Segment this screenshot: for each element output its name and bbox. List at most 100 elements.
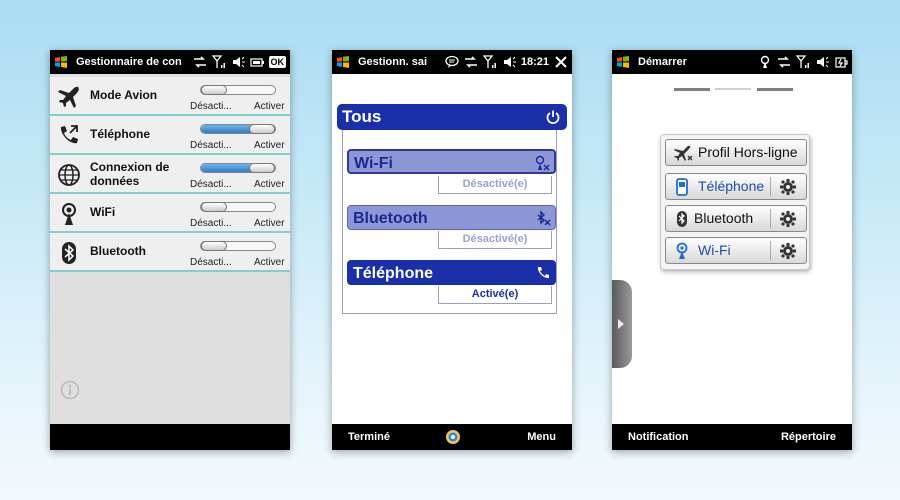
airplane-icon xyxy=(58,86,79,108)
ok-button[interactable]: OK xyxy=(268,56,286,68)
menu-softkey[interactable]: Menu xyxy=(527,431,556,443)
toggle-slider[interactable] xyxy=(200,202,276,212)
home-tab-2[interactable] xyxy=(715,88,751,90)
list-item-wifi[interactable]: WiFi Désacti... Activer xyxy=(50,194,290,233)
list-item-airplane-mode[interactable]: Mode Avion Désacti... Activer xyxy=(50,77,290,116)
toggle-slider[interactable] xyxy=(200,85,276,95)
phone-wireless-manager: Gestionn. sai 18:21 Tous Wi-Fi Désactivé… xyxy=(332,50,572,450)
contacts-softkey[interactable]: Répertoire xyxy=(781,431,836,443)
input-panel-icon[interactable] xyxy=(445,429,461,445)
status-bar: Gestionn. sai 18:21 xyxy=(332,50,572,74)
side-drawer-handle[interactable] xyxy=(612,280,632,368)
connectivity-icon[interactable] xyxy=(193,55,207,69)
slider-knob[interactable] xyxy=(201,202,227,212)
offline-profile-button[interactable]: Profil Hors-ligne xyxy=(665,139,807,166)
on-label: Activer xyxy=(254,101,285,112)
clock[interactable]: 18:21 xyxy=(521,56,549,68)
phone-toggle-button[interactable]: Téléphone xyxy=(347,260,556,285)
slider-knob[interactable] xyxy=(249,163,275,173)
connectivity-icon[interactable] xyxy=(777,55,791,69)
wifi-antenna-icon[interactable] xyxy=(758,55,772,69)
toggle-slider[interactable] xyxy=(200,124,276,134)
home-tab-3[interactable] xyxy=(757,88,793,91)
close-icon[interactable] xyxy=(554,55,568,69)
list-item-bluetooth[interactable]: Bluetooth Désacti... Activer xyxy=(50,233,290,272)
windows-start-icon[interactable] xyxy=(336,55,350,69)
signal-icon[interactable] xyxy=(482,55,497,69)
wifi-disabled-icon xyxy=(535,155,550,171)
wifi-antenna-icon xyxy=(62,203,76,225)
softkey-bar xyxy=(50,424,290,450)
wifi-menu-button[interactable]: Wi-Fi xyxy=(665,237,807,264)
item-label: Bluetooth xyxy=(353,210,428,227)
volume-icon[interactable] xyxy=(231,55,245,69)
volume-icon[interactable] xyxy=(502,55,516,69)
button-label: Profil Hors-ligne xyxy=(698,144,798,160)
globe-icon xyxy=(58,164,80,186)
home-tab-1[interactable] xyxy=(674,88,710,91)
item-label: Wi-Fi xyxy=(354,155,393,172)
item-label: Mode Avion xyxy=(90,88,158,102)
item-label: WiFi xyxy=(90,205,116,219)
button-label: Wi-Fi xyxy=(698,242,731,258)
toggle-slider[interactable] xyxy=(200,163,276,173)
info-icon[interactable] xyxy=(60,380,80,400)
status-bar: Démarrer xyxy=(612,50,852,74)
item-label: Téléphone xyxy=(90,127,151,141)
list-item-phone[interactable]: Téléphone Désacti... Activer xyxy=(50,116,290,155)
all-toggle-header[interactable]: Tous xyxy=(337,104,567,130)
windows-start-icon[interactable] xyxy=(616,55,630,69)
button-label: Bluetooth xyxy=(694,210,754,226)
off-label: Désacti... xyxy=(190,101,232,112)
window-title: Gestionn. sai xyxy=(358,56,428,68)
split-divider xyxy=(770,209,771,228)
bluetooth-disabled-icon xyxy=(537,210,551,226)
status-bar: Gestionnaire de con OK xyxy=(50,50,290,74)
phone-home-screen: Démarrer Profil Hors-ligne Téléphone Blu… xyxy=(612,50,852,450)
chevron-right-icon xyxy=(618,319,624,329)
phone-menu-button[interactable]: Téléphone xyxy=(665,173,807,200)
slider-knob[interactable] xyxy=(201,241,227,251)
item-label: Bluetooth xyxy=(90,244,146,258)
comm-popup-menu: Profil Hors-ligne Téléphone Bluetooth Wi… xyxy=(660,134,810,270)
bluetooth-icon xyxy=(62,242,76,264)
off-label: Désacti... xyxy=(190,140,232,151)
wifi-toggle-button[interactable]: Wi-Fi xyxy=(347,149,556,174)
toggle-slider[interactable] xyxy=(200,241,276,251)
signal-icon[interactable] xyxy=(211,55,226,69)
phone-state: Activé(e) xyxy=(438,286,552,304)
phone-icon xyxy=(60,125,78,144)
slider-knob[interactable] xyxy=(201,85,227,95)
battery-icon[interactable] xyxy=(249,55,264,69)
mobile-phone-icon xyxy=(676,178,688,196)
done-softkey[interactable]: Terminé xyxy=(348,431,390,443)
gear-icon[interactable] xyxy=(779,242,797,260)
battery-charging-icon[interactable] xyxy=(834,55,848,69)
item-label: Téléphone xyxy=(353,265,434,282)
volume-icon[interactable] xyxy=(815,55,829,69)
windows-start-icon[interactable] xyxy=(54,55,68,69)
on-label: Activer xyxy=(254,218,285,229)
airplane-icon xyxy=(674,145,693,161)
bluetooth-menu-button[interactable]: Bluetooth xyxy=(665,205,807,232)
bluetooth-toggle-button[interactable]: Bluetooth xyxy=(347,205,556,230)
button-label: Téléphone xyxy=(698,178,765,194)
item-label-line1: Connexion de xyxy=(90,160,170,174)
wifi-antenna-icon xyxy=(676,242,688,259)
phone-icon xyxy=(537,267,549,279)
window-title: Démarrer xyxy=(638,56,687,68)
on-label: Activer xyxy=(254,140,285,151)
slider-knob[interactable] xyxy=(249,124,275,134)
message-icon[interactable] xyxy=(445,55,459,69)
gear-icon[interactable] xyxy=(779,178,797,196)
header-label: Tous xyxy=(342,107,382,126)
power-icon[interactable] xyxy=(545,109,561,125)
phone-comm-manager: Gestionnaire de con OK Mode Avion Désact… xyxy=(50,50,290,450)
gear-icon[interactable] xyxy=(779,210,797,228)
wifi-state: Désactivé(e) xyxy=(438,176,552,194)
connectivity-icon[interactable] xyxy=(464,55,478,69)
signal-icon[interactable] xyxy=(796,55,810,69)
list-item-data-connection[interactable]: Connexion de données Désacti... Activer xyxy=(50,155,290,194)
notification-softkey[interactable]: Notification xyxy=(628,431,689,443)
split-divider xyxy=(770,177,771,196)
